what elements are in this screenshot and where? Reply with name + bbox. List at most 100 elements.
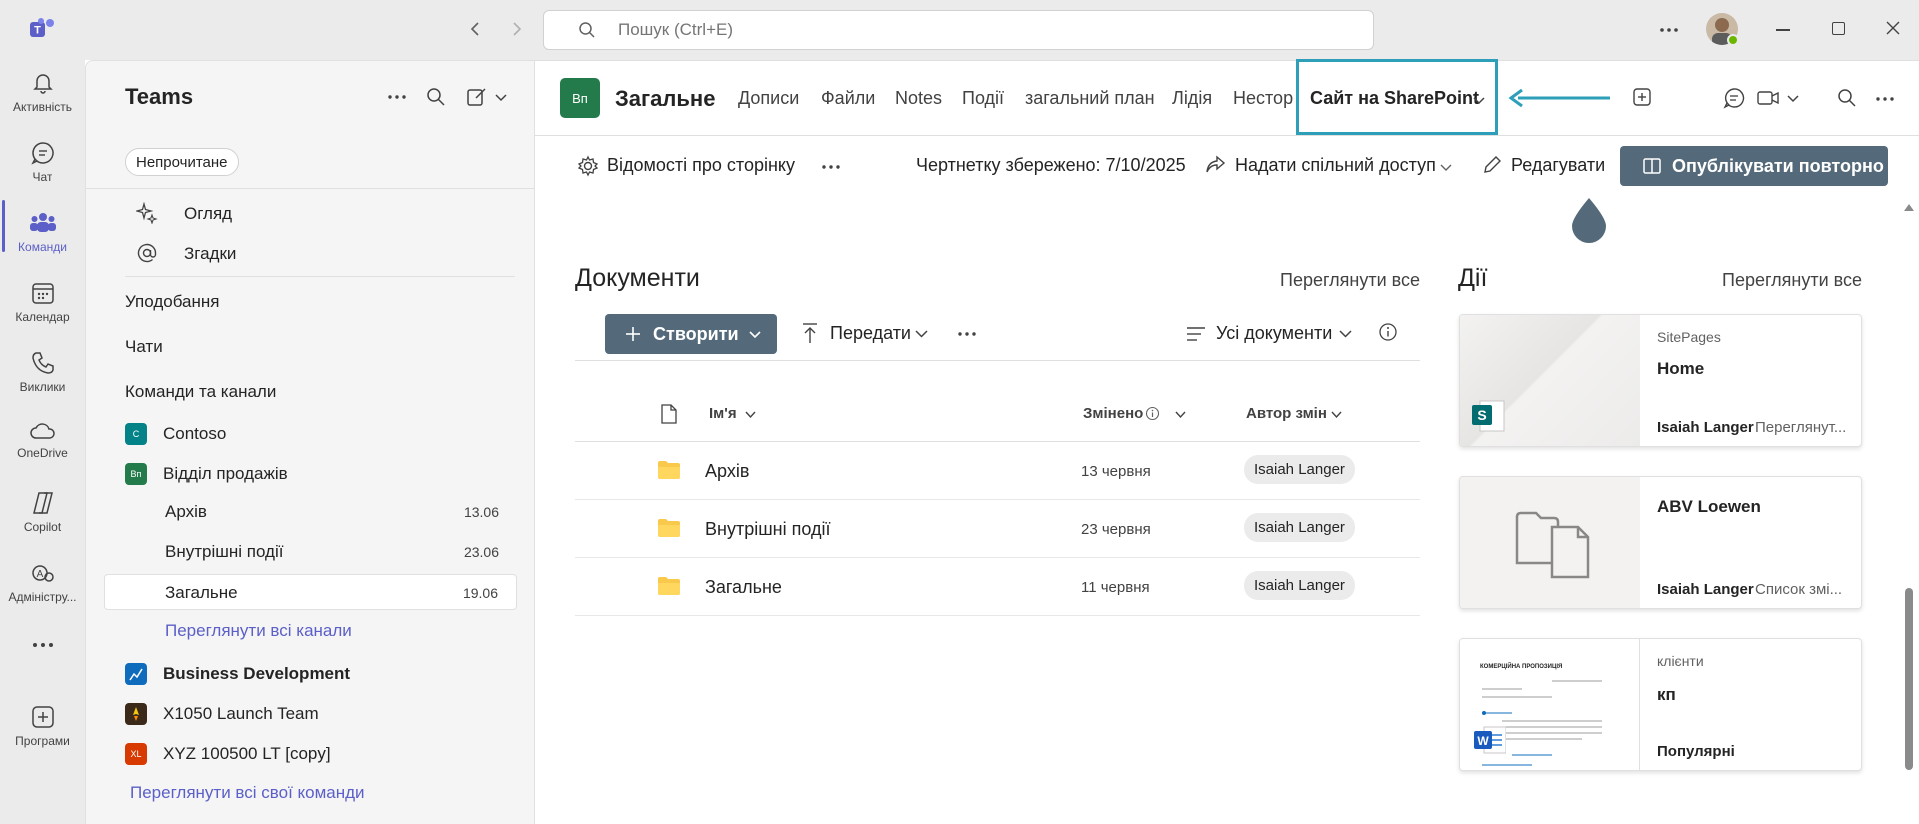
table-row[interactable]: Загальне 11 червня Isaiah Langer — [575, 558, 1420, 616]
chevron-down-icon[interactable] — [1339, 327, 1352, 340]
back-arrow-icon[interactable] — [466, 19, 486, 39]
team-business-development[interactable]: Business Development — [125, 663, 350, 685]
tab-sharepoint[interactable]: Сайт на SharePoint — [1296, 59, 1498, 135]
column-modified[interactable]: Змінено — [1083, 405, 1143, 422]
republish-button[interactable]: Опублікувати повторно — [1620, 146, 1888, 186]
scroll-up-icon[interactable] — [1903, 202, 1915, 212]
rail-copilot[interactable]: Copilot — [0, 490, 85, 534]
info-icon[interactable] — [1378, 322, 1398, 342]
upload-button[interactable]: Передати — [830, 323, 911, 344]
rail-calls[interactable]: Виклики — [0, 350, 85, 394]
folder-icon — [657, 518, 681, 538]
tab-files[interactable]: Файли — [821, 76, 875, 120]
author-pill[interactable]: Isaiah Langer — [1244, 513, 1355, 542]
unread-filter-button[interactable]: Непрочитане — [125, 148, 239, 176]
info-icon[interactable] — [1145, 406, 1160, 421]
new-compose-icon[interactable] — [466, 86, 488, 108]
chevron-down-icon[interactable] — [494, 90, 508, 104]
chat-icon[interactable] — [1723, 87, 1745, 109]
tab-plan[interactable]: загальний план — [1025, 76, 1155, 120]
activity-see-all-link[interactable]: Переглянути все — [1722, 270, 1862, 291]
rail-admin[interactable]: A Адміністру... — [0, 560, 85, 604]
activity-card[interactable]: S SitePages Home Isaiah Langer Перегляну… — [1459, 314, 1862, 447]
share-button[interactable]: Надати спільний доступ — [1235, 155, 1436, 176]
rail-activity[interactable]: Активність — [0, 70, 85, 114]
page-thumbnail: S — [1460, 315, 1640, 446]
table-row[interactable]: Внутрішні події 23 червня Isaiah Langer — [575, 500, 1420, 558]
title-bar: T — [0, 0, 1919, 60]
rail-more[interactable] — [0, 640, 85, 650]
activity-card[interactable]: КОМЕРЦІЙНА ПРОПОЗИЦІЯ W клієнти кп Попул… — [1459, 638, 1862, 771]
more-options-icon[interactable] — [1874, 88, 1896, 110]
team-xyz[interactable]: XL XYZ 100500 LT [copy] — [125, 743, 331, 765]
page-details-button[interactable]: Відомості про сторінку — [607, 155, 795, 176]
see-all-teams-link[interactable]: Переглянути всі свої команди — [130, 783, 365, 803]
rail-apps[interactable]: Програми — [0, 704, 85, 748]
search-icon[interactable] — [1837, 88, 1857, 108]
see-all-channels-link[interactable]: Переглянути всі канали — [165, 621, 352, 641]
author-pill[interactable]: Isaiah Langer — [1244, 571, 1355, 600]
close-icon[interactable] — [1885, 20, 1901, 36]
channel-item[interactable]: Внутрішні події 23.06 — [85, 534, 517, 570]
tab-events[interactable]: Події — [962, 76, 1004, 120]
minimize-icon[interactable] — [1776, 29, 1790, 31]
rail-onedrive[interactable]: OneDrive — [0, 420, 85, 460]
search-box[interactable] — [543, 10, 1374, 50]
restore-icon[interactable] — [1832, 22, 1845, 35]
team-x1050[interactable]: X1050 Launch Team — [125, 703, 319, 725]
modified-date: 23 червня — [1081, 521, 1151, 538]
file-name[interactable]: Загальне — [705, 577, 782, 598]
sidebar-item-overview[interactable]: Огляд — [184, 204, 232, 224]
apps-icon — [30, 704, 56, 730]
card-action: Список змі... — [1755, 581, 1843, 598]
chevron-down-icon[interactable] — [915, 327, 928, 340]
card-action: Переглянут... — [1755, 419, 1847, 436]
chevron-down-icon[interactable] — [745, 409, 756, 420]
table-row[interactable]: Архів 13 червня Isaiah Langer — [575, 442, 1420, 500]
team-sales[interactable]: Вп Відділ продажів — [125, 463, 288, 485]
chevron-down-icon[interactable] — [1331, 409, 1342, 420]
list-view-icon — [1185, 323, 1207, 345]
more-options-icon[interactable] — [820, 156, 842, 178]
tab-lidia[interactable]: Лідія — [1172, 76, 1212, 120]
author-pill[interactable]: Isaiah Langer — [1244, 455, 1355, 484]
search-icon[interactable] — [426, 87, 446, 107]
sidebar-item-favorites[interactable]: Уподобання — [125, 292, 219, 312]
create-button[interactable]: Створити — [605, 314, 777, 354]
plus-icon — [625, 326, 641, 342]
team-contoso[interactable]: C Contoso — [125, 423, 226, 445]
rail-teams[interactable]: Команди — [0, 210, 85, 254]
sidebar-item-chats[interactable]: Чати — [125, 337, 163, 357]
view-selector[interactable]: Усі документи — [1216, 323, 1332, 344]
tab-nestor[interactable]: Нестор — [1233, 76, 1293, 120]
chevron-down-icon[interactable] — [1439, 160, 1453, 174]
pencil-icon — [1481, 154, 1503, 176]
add-tab-icon[interactable] — [1632, 87, 1652, 107]
more-options-icon[interactable] — [1658, 19, 1680, 41]
tab-posts[interactable]: Дописи — [738, 76, 799, 120]
chevron-down-icon[interactable] — [1175, 409, 1186, 420]
column-modified-by[interactable]: Автор змін — [1246, 405, 1327, 422]
rail-calendar[interactable]: Календар — [0, 280, 85, 324]
rail-chat[interactable]: Чат — [0, 140, 85, 184]
file-type-icon — [660, 404, 678, 424]
file-name[interactable]: Архів — [705, 461, 749, 482]
column-name[interactable]: Ім'я — [709, 405, 737, 422]
channel-item-selected[interactable]: Загальне 19.06 — [104, 574, 517, 610]
sidebar-item-teams-channels[interactable]: Команди та канали — [125, 382, 276, 402]
documents-see-all-link[interactable]: Переглянути все — [1280, 270, 1420, 291]
forward-arrow-icon[interactable] — [506, 19, 526, 39]
file-name[interactable]: Внутрішні події — [705, 519, 830, 540]
phone-icon — [30, 350, 56, 376]
tab-notes[interactable]: Notes — [895, 76, 942, 120]
edit-button[interactable]: Редагувати — [1511, 155, 1605, 176]
more-options-icon[interactable] — [386, 86, 408, 108]
chevron-down-icon[interactable] — [1786, 91, 1800, 105]
search-input[interactable] — [618, 20, 1318, 40]
scrollbar-thumb[interactable] — [1905, 588, 1913, 770]
channel-item[interactable]: Архів 13.06 — [85, 494, 517, 530]
sidebar-item-mentions[interactable]: Згадки — [184, 244, 236, 264]
video-call-icon[interactable] — [1756, 88, 1780, 108]
activity-card[interactable]: ABV Loewen Isaiah Langer Список змі... — [1459, 476, 1862, 609]
more-options-icon[interactable] — [956, 323, 978, 345]
